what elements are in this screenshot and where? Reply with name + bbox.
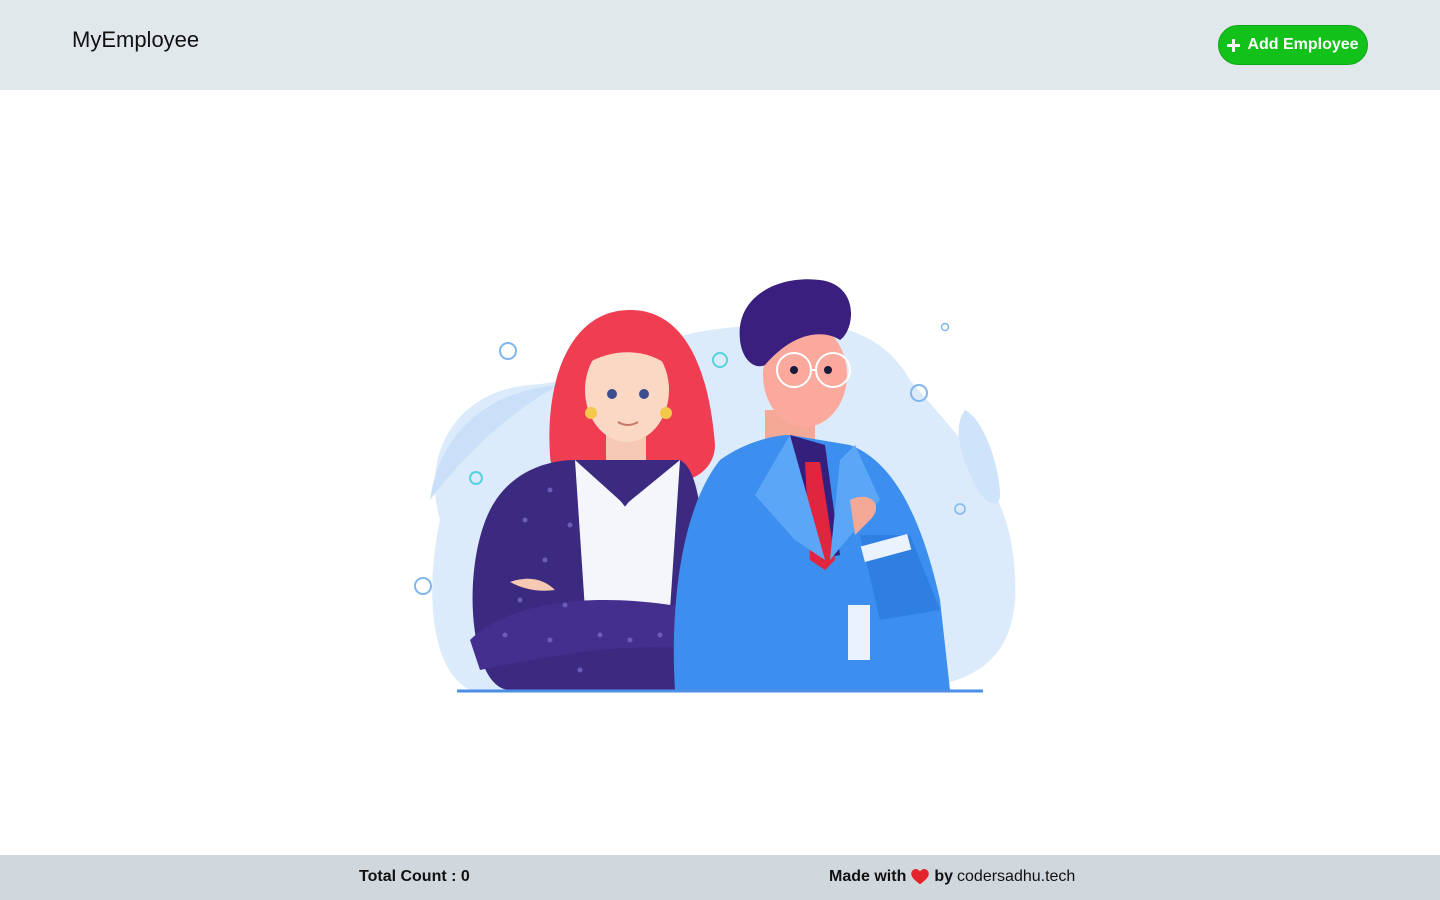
add-employee-label: Add Employee bbox=[1247, 36, 1359, 53]
footer: Total Count : 0 Made with by codersadhu.… bbox=[0, 855, 1440, 900]
navbar: MyEmployee Add Employee bbox=[0, 0, 1440, 90]
add-employee-button[interactable]: Add Employee bbox=[1218, 25, 1368, 65]
heart-icon bbox=[911, 869, 930, 885]
bubble-circle bbox=[499, 342, 517, 360]
brand-title[interactable]: MyEmployee bbox=[72, 27, 199, 53]
total-count: Total Count : 0 bbox=[359, 868, 470, 885]
plus-icon bbox=[1227, 38, 1241, 52]
employees-illustration bbox=[414, 279, 1016, 693]
codersadhu-link[interactable]: codersadhu.tech bbox=[957, 868, 1075, 886]
by-text: by bbox=[934, 868, 954, 885]
bubble-circle bbox=[414, 577, 432, 595]
bubble-circle bbox=[940, 322, 950, 332]
made-with-text: Made with bbox=[829, 868, 907, 885]
footer-credit: Made with by codersadhu.tech bbox=[829, 868, 1075, 886]
